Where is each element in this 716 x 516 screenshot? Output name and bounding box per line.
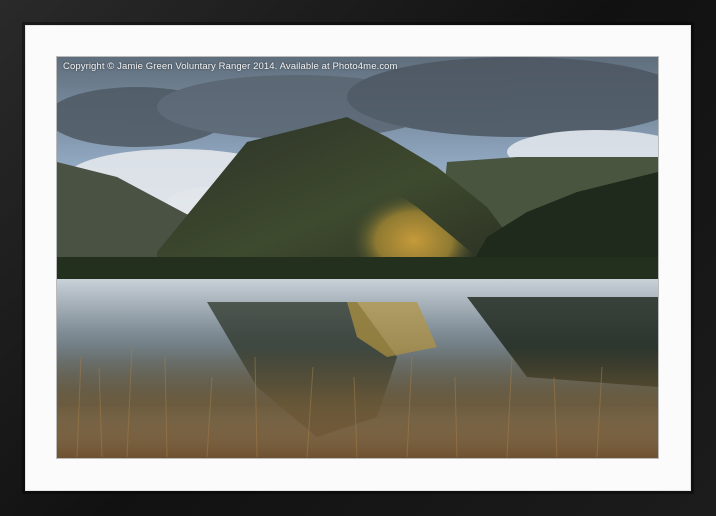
landscape-illustration [57, 57, 658, 458]
framed-photograph: Copyright © Jamie Green Voluntary Ranger… [57, 57, 658, 458]
reeds [57, 347, 658, 458]
tree-line [57, 257, 658, 279]
copyright-watermark: Copyright © Jamie Green Voluntary Ranger… [63, 61, 398, 72]
